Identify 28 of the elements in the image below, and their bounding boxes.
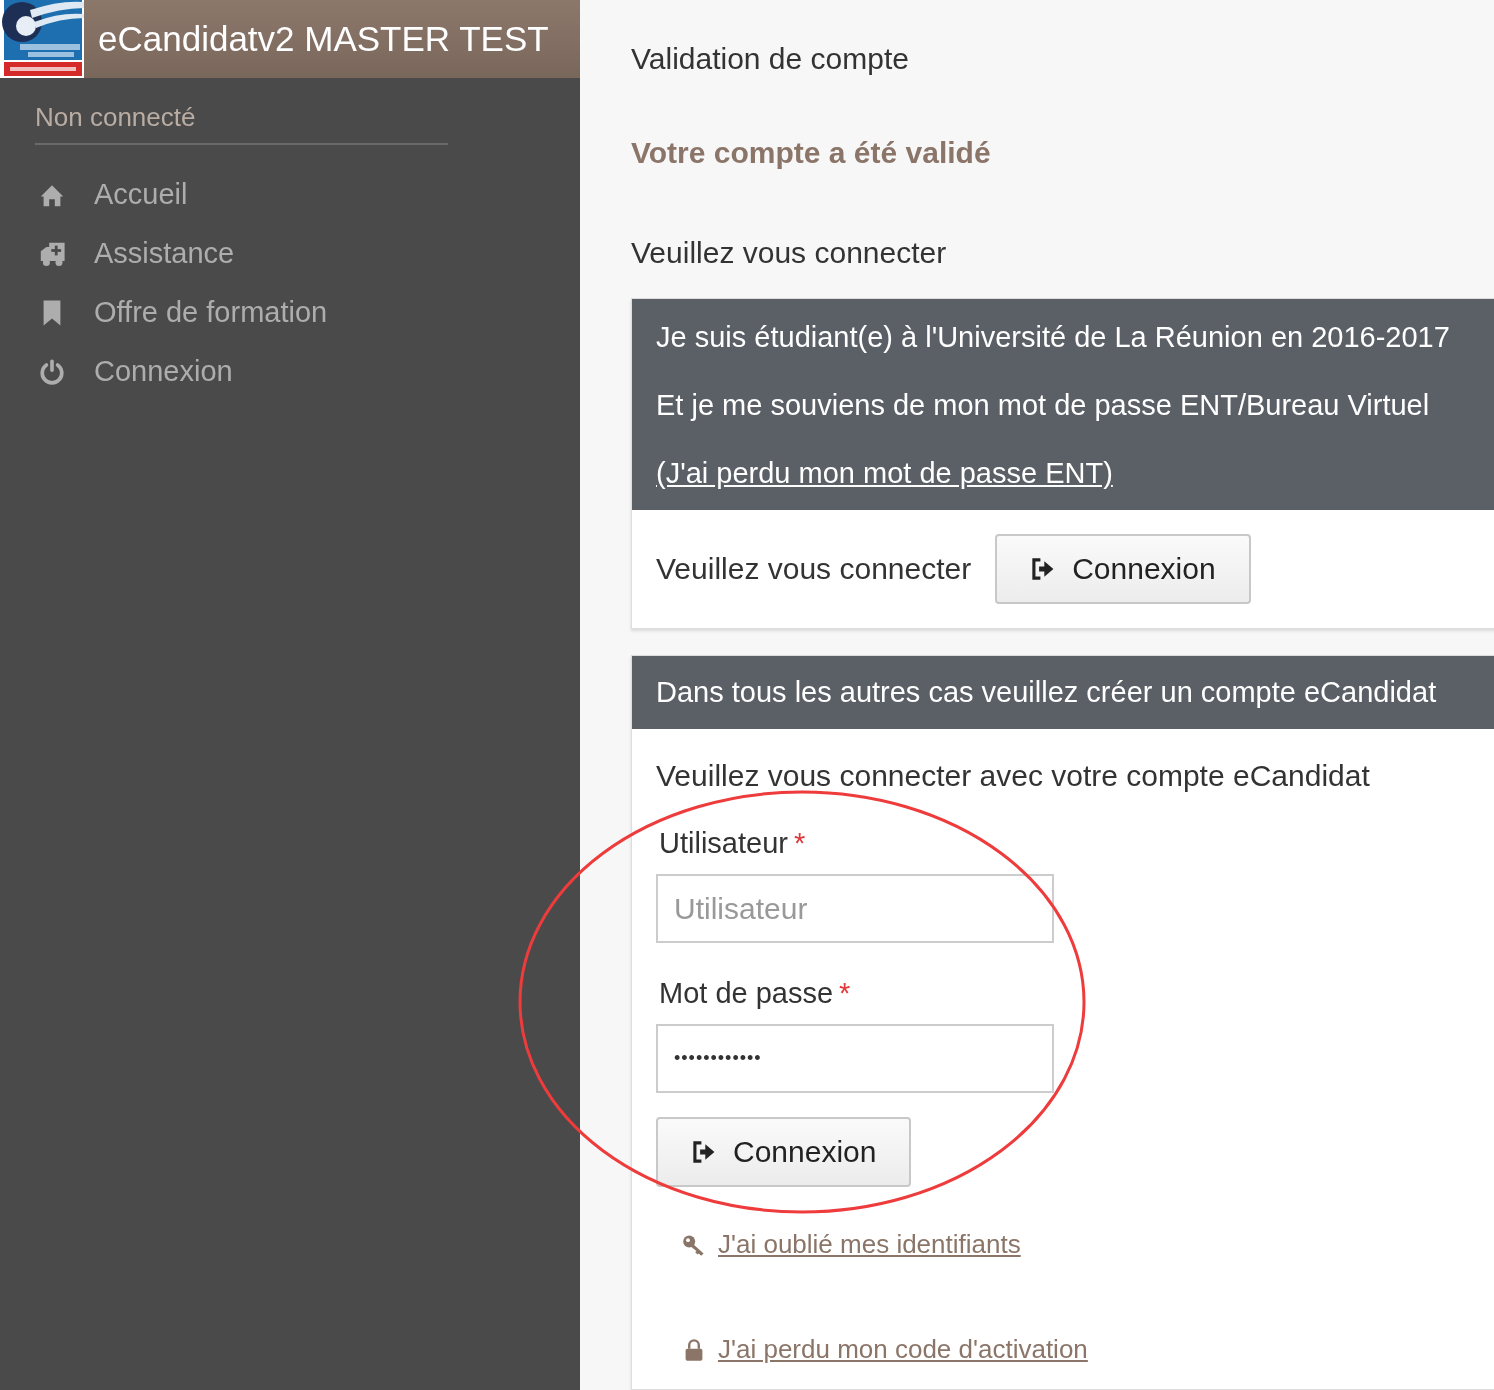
panel-text: Veuillez vous connecter avec votre compte eCandidat [656, 759, 1370, 793]
connexion-button[interactable]: Connexion [995, 534, 1251, 604]
input-field[interactable]: Utilisateur [656, 874, 1054, 943]
key-icon [682, 1232, 706, 1257]
login-status: Non connecté [35, 102, 448, 145]
help-link[interactable]: J'ai perdu mon code d'activation [718, 1334, 1088, 1365]
field-label: Utilisateur [659, 827, 788, 859]
panel-header-text: Et je me souviens de mon mot de passe ENT/Bureau Virtuel [656, 389, 1431, 422]
input-field[interactable]: •••••••••••• [656, 1024, 1054, 1093]
app-title: eCandidatv2 MASTER TEST [98, 19, 549, 59]
nav-item[interactable]: Accueil [38, 165, 580, 224]
nav-item[interactable]: Assistance [38, 224, 580, 283]
panel-text: Veuillez vous connecter [656, 552, 972, 586]
panel-header-text: Dans tous les autres cas veuillez créer un compte eCandidat [656, 676, 1438, 709]
required-mark: * [793, 827, 806, 859]
nav-item[interactable]: Connexion [38, 342, 580, 401]
field-label: Mot de passe [659, 977, 834, 1009]
login-prompt: Veuillez vous connecter [631, 236, 948, 270]
required-mark: * [839, 977, 851, 1009]
ent-password-link[interactable]: (J'ai perdu mon mot de passe ENT) [656, 457, 1113, 490]
nav-item[interactable]: Offre de formation [38, 283, 580, 342]
success-message: Votre compte a été validé [631, 136, 992, 170]
help-link[interactable]: J'ai oublié mes identifiants [718, 1229, 1021, 1260]
page-heading: Validation de compte [631, 42, 910, 76]
sign-in-icon [691, 1139, 717, 1165]
power-icon [38, 357, 66, 386]
panel-header-text: Je suis étudiant(e) à l'Université de La Réunion en 2016-2017 [656, 321, 1451, 354]
connexion-button[interactable]: Connexion [656, 1117, 912, 1187]
